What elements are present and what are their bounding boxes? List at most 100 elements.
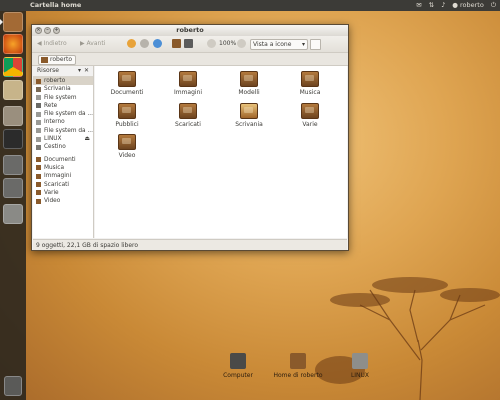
acacia-tree-wallpaper-art <box>315 277 500 400</box>
sidebar-bookmark-immagini[interactable]: Immagini <box>33 172 93 180</box>
search-launcher-icon[interactable] <box>3 178 23 198</box>
network-indicator-icon[interactable]: ⇅ <box>429 0 434 11</box>
file-view: Documenti Immagini Modelli Musica Pubbli… <box>95 66 347 238</box>
terminal-launcher-icon[interactable] <box>3 129 23 149</box>
maximize-window-button[interactable]: + <box>53 27 60 34</box>
file-item-musica[interactable]: Musica <box>286 71 334 96</box>
disk-launcher-icon[interactable] <box>3 204 23 224</box>
file-item-modelli[interactable]: Modelli <box>225 71 273 96</box>
sidebar-item-label: Video <box>44 198 61 205</box>
sidebar-header[interactable]: Risorse ▾ ✕ <box>33 66 93 77</box>
trash-launcher-icon[interactable] <box>4 376 22 396</box>
minimize-window-button[interactable]: – <box>44 27 51 34</box>
drive-icon <box>352 353 368 369</box>
zoom-in-icon[interactable] <box>237 39 246 48</box>
file-item-video[interactable]: Video <box>103 134 151 159</box>
folder-icon <box>36 182 41 188</box>
sidebar-item-label: Musica <box>44 164 65 171</box>
file-item-label: Scaricati <box>175 121 201 128</box>
file-item-documenti[interactable]: Documenti <box>103 71 151 96</box>
computer-icon <box>230 353 246 369</box>
sidebar-item-roberto[interactable]: roberto <box>33 77 93 86</box>
up-arrow-icon[interactable] <box>127 39 136 48</box>
computer-icon[interactable] <box>184 39 193 48</box>
sidebar-bookmark-video[interactable]: Video <box>33 197 93 205</box>
drive-icon <box>36 128 41 134</box>
sidebar-bookmark-scaricati[interactable]: Scaricati <box>33 181 93 189</box>
sidebar-item-cestino[interactable]: Cestino <box>33 143 93 151</box>
home-folder-launcher-icon[interactable] <box>3 12 23 32</box>
folder-icon <box>179 71 197 87</box>
zoom-level: 100% <box>219 40 237 47</box>
home-icon[interactable] <box>172 39 181 48</box>
forward-button[interactable]: ▶ Avanti <box>80 39 105 49</box>
back-arrow-icon: ◀ <box>37 40 42 47</box>
desktop-icon-home[interactable]: Home di roberto <box>270 353 326 379</box>
sidebar-item-scrivania[interactable]: Scrivania <box>33 85 93 93</box>
desktop-icon-label: Computer <box>223 372 253 379</box>
sidebar-item-label: File system <box>44 94 77 101</box>
network-icon <box>36 103 41 109</box>
mail-indicator-icon[interactable]: ✉ <box>416 0 421 11</box>
sidebar-item-file-system[interactable]: File system <box>33 94 93 102</box>
file-item-varie[interactable]: Varie <box>286 103 334 128</box>
reload-icon[interactable] <box>153 39 162 48</box>
zoom-out-icon[interactable] <box>207 39 216 48</box>
file-item-immagini[interactable]: Immagini <box>164 71 212 96</box>
sidebar-item-interno[interactable]: Interno <box>33 118 93 126</box>
file-item-label: Documenti <box>110 89 144 96</box>
text-editor-launcher-icon[interactable] <box>3 80 23 100</box>
file-item-scaricati[interactable]: Scaricati <box>164 103 212 128</box>
chrome-launcher-icon[interactable] <box>3 57 23 77</box>
search-icon[interactable] <box>310 39 321 50</box>
file-item-label: Scrivania <box>235 121 263 128</box>
folder-icon <box>36 157 41 163</box>
back-button[interactable]: ◀ Indietro <box>37 39 67 49</box>
eject-icon[interactable]: ⏏ <box>85 135 90 143</box>
folder-icon <box>179 103 197 119</box>
sidebar-item-file-system-da-1[interactable]: File system da ... <box>33 110 93 118</box>
sidebar-bookmark-documenti[interactable]: Documenti <box>33 156 93 164</box>
close-icon[interactable]: ✕ <box>84 66 89 76</box>
path-segment-label: roberto <box>50 56 72 63</box>
view-mode-select[interactable]: Vista a icone ▾ <box>250 39 308 50</box>
path-segment-roberto[interactable]: roberto <box>38 55 76 65</box>
file-item-label: Modelli <box>238 89 260 96</box>
file-item-scrivania[interactable]: Scrivania <box>225 103 273 128</box>
files-launcher-icon[interactable] <box>3 106 23 126</box>
settings-launcher-icon[interactable] <box>3 155 23 175</box>
stop-icon[interactable] <box>140 39 149 48</box>
sidebar-item-label: File system da ... <box>44 127 93 134</box>
file-item-pubblici[interactable]: Pubblici <box>103 103 151 128</box>
home-folder-icon <box>290 353 306 369</box>
window-titlebar[interactable]: × – + roberto <box>32 25 348 36</box>
folder-icon <box>36 173 41 179</box>
user-menu[interactable]: ● roberto <box>452 0 484 11</box>
sidebar-bookmark-musica[interactable]: Musica <box>33 164 93 172</box>
sidebar-item-label: Interno <box>44 119 65 126</box>
firefox-launcher-icon[interactable] <box>3 34 23 54</box>
status-bar: 9 oggetti, 22,1 GB di spazio libero <box>33 239 347 250</box>
desktop-icon-label: Home di roberto <box>273 372 323 379</box>
chevron-down-icon: ▾ <box>301 41 305 48</box>
folder-icon <box>118 103 136 119</box>
sidebar-bookmark-varie[interactable]: Varie <box>33 189 93 197</box>
desktop-icon-computer[interactable]: Computer <box>218 353 258 379</box>
desktop-folder-icon <box>240 103 258 119</box>
sidebar-item-label: Scrivania <box>44 86 71 93</box>
desktop-icon-linux[interactable]: LINUX <box>340 353 380 379</box>
power-icon[interactable]: ⏻ <box>491 0 496 11</box>
sidebar-item-linux[interactable]: LINUX ⏏ <box>33 135 93 143</box>
drive-icon <box>36 119 41 125</box>
folder-icon <box>118 134 136 150</box>
drive-icon <box>36 136 41 142</box>
close-window-button[interactable]: × <box>35 27 42 34</box>
file-manager-window: × – + roberto ◀ Indietro ▶ Avanti 100% V… <box>31 24 349 251</box>
sidebar-item-label: Cestino <box>44 144 66 151</box>
chevron-down-icon[interactable]: ▾ <box>78 66 81 76</box>
volume-indicator-icon[interactable]: ♪ <box>441 0 445 11</box>
sidebar-item-file-system-da-2[interactable]: File system da ... <box>33 127 93 135</box>
view-mode-label: Vista a icone <box>253 41 292 48</box>
folder-icon <box>240 71 258 87</box>
sidebar-item-rete[interactable]: Rete <box>33 102 93 110</box>
